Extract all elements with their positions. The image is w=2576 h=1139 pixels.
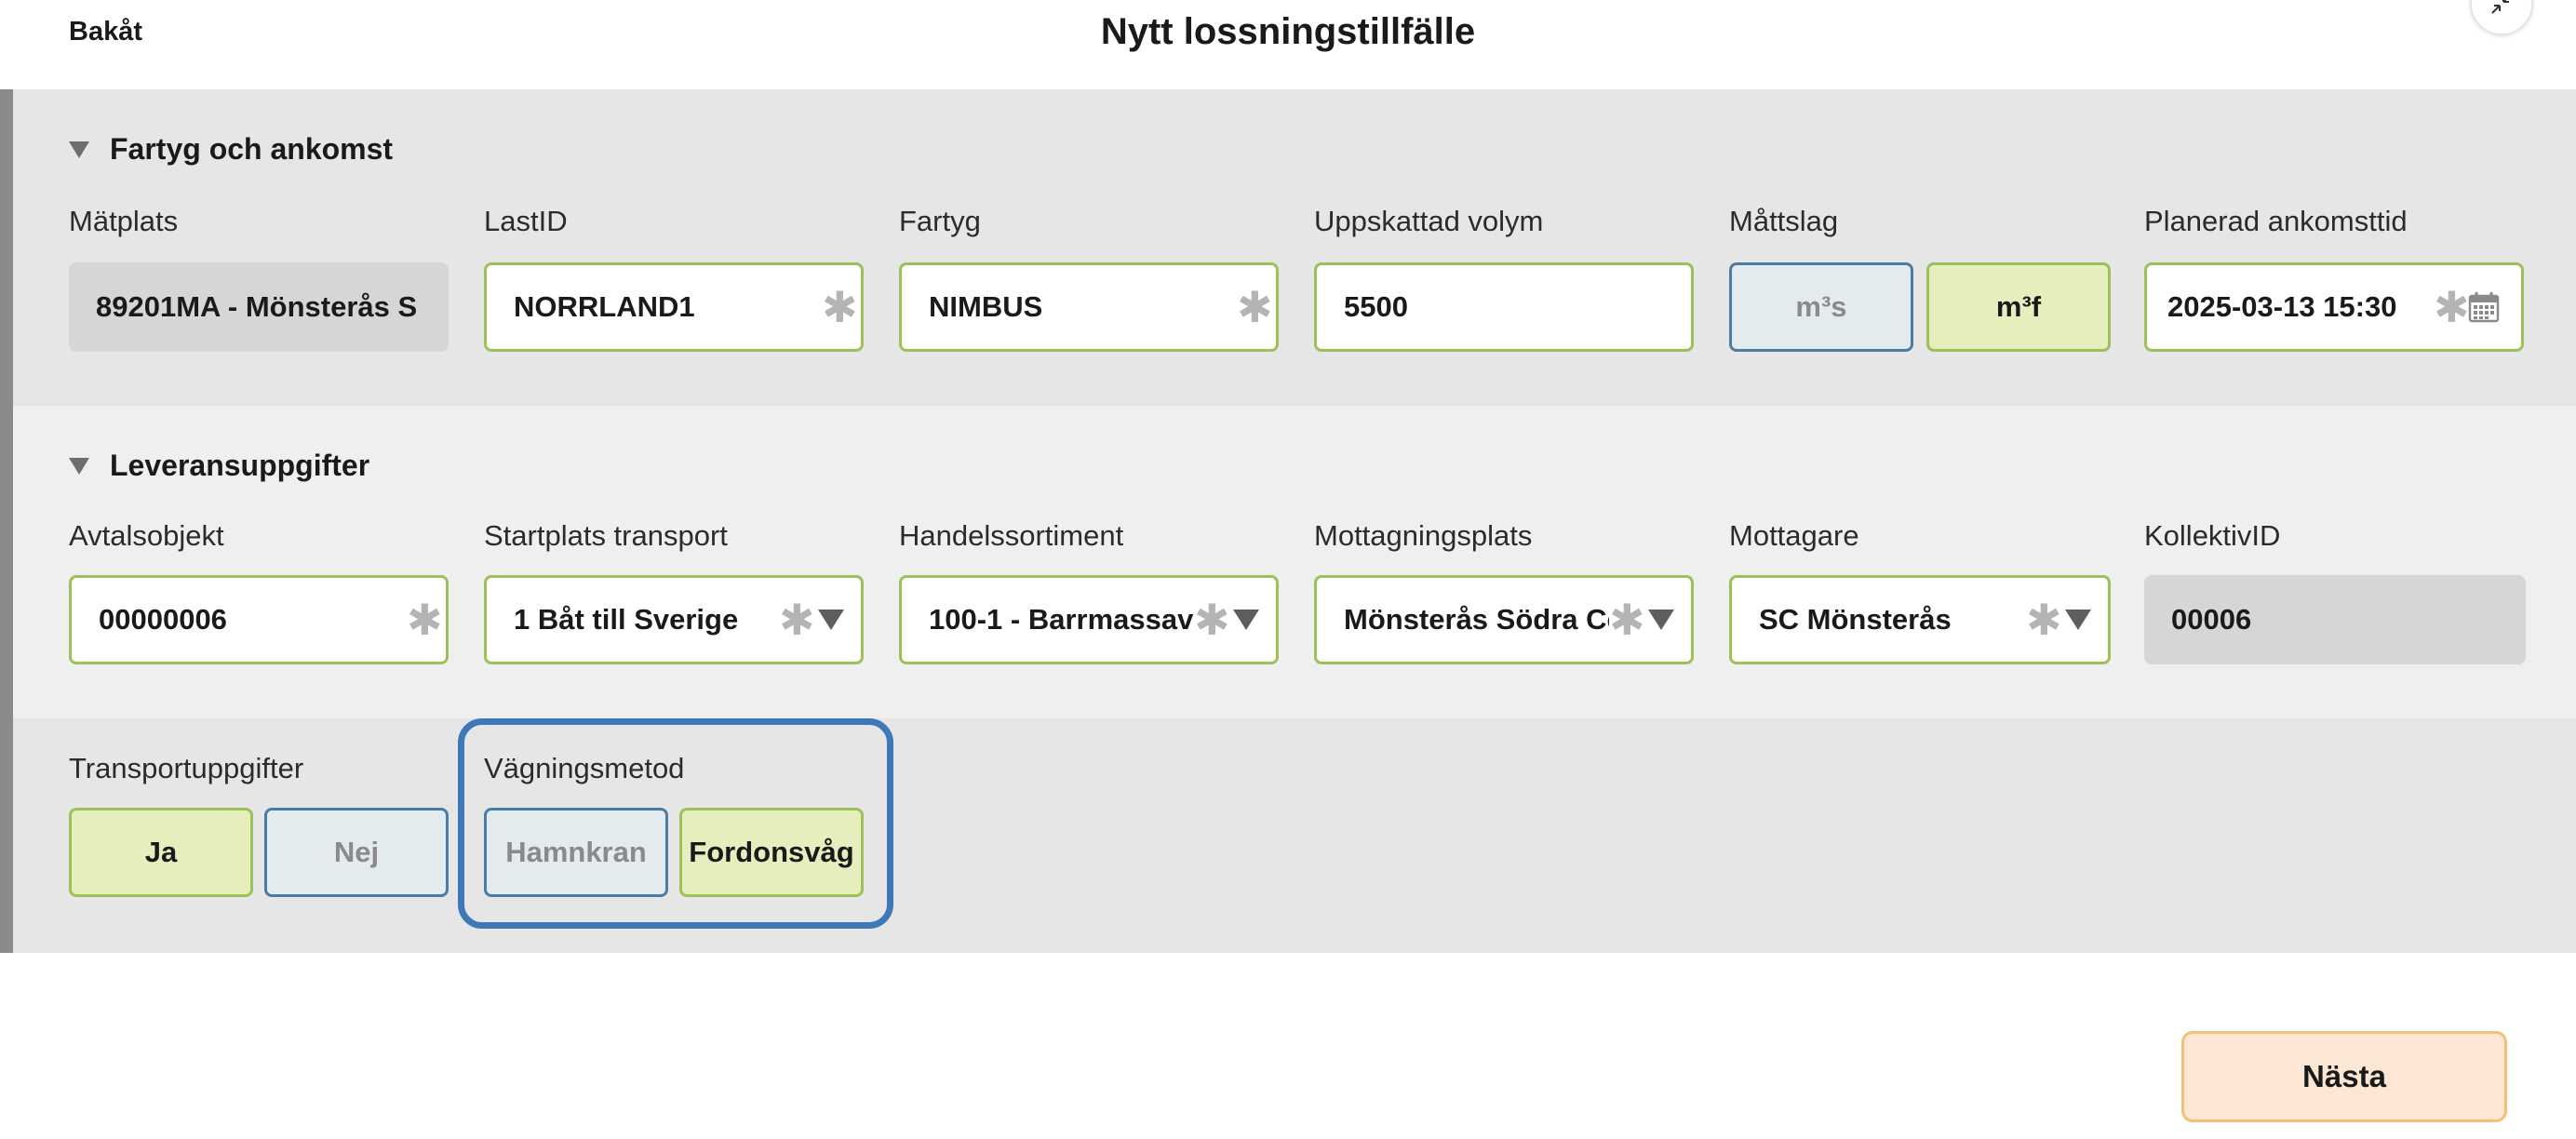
fartyg-value: NIMBUS [929,290,1043,323]
mottagare-select[interactable]: SC Mönsterås ✱ [1729,575,2111,664]
handelssortiment-value: 100-1 - Barrmassaved [929,603,1194,636]
required-asterisk-icon: ✱ [407,596,443,644]
mattslag-option-m3s[interactable]: m³s [1729,262,1913,352]
page-title: Nytt lossningstillfälle [1100,11,1476,52]
mottagare-value: SC Mönsterås [1759,603,1952,636]
avtalsobjekt-input[interactable]: 00000006 ✱ [69,575,449,664]
handelssortiment-label: Handelssortiment [899,519,1124,552]
transport-no-button[interactable]: Nej [264,808,449,897]
transport-yes-button[interactable]: Ja [69,808,253,897]
section-delivery-toggle[interactable]: Leveransuppgifter [69,449,369,483]
mottagningsplats-select[interactable]: Mönsterås Södra Cell ✱ [1314,575,1694,664]
chevron-down-icon [818,610,844,630]
triangle-down-icon [69,457,89,475]
lastid-input[interactable]: NORRLAND1 ✱ [484,262,864,352]
chevron-down-icon [2065,610,2091,630]
left-accent-bar [0,89,13,953]
matplats-label: Mätplats [69,205,179,237]
section-delivery-title: Leveransuppgifter [110,449,370,482]
triangle-down-icon [69,141,89,158]
chevron-down-icon [1648,610,1674,630]
required-asterisk-icon: ✱ [779,596,815,644]
required-asterisk-icon: ✱ [1609,596,1645,644]
volym-input[interactable]: 5500 [1314,262,1694,352]
fartyg-label: Fartyg [899,205,981,237]
volym-label: Uppskattad volym [1314,205,1544,237]
required-asterisk-icon: ✱ [1194,596,1230,644]
section-vessel-title: Fartyg och ankomst [110,132,394,166]
matplats-field: 89201MA - Mönsterås S [69,262,449,352]
mattslag-label: Måttslag [1729,205,1839,237]
required-asterisk-icon: ✱ [2434,283,2470,331]
startplats-label: Startplats transport [484,519,728,552]
required-asterisk-icon: ✱ [1237,283,1273,331]
section-vessel-toggle[interactable]: Fartyg och ankomst [69,132,393,167]
next-button[interactable]: Nästa [2181,1031,2507,1122]
kollektivid-value: 00006 [2171,603,2252,636]
lastid-value: NORRLAND1 [514,290,695,323]
arrows-collapse-icon [2491,0,2509,14]
kollektivid-field: 00006 [2144,575,2526,664]
required-asterisk-icon: ✱ [2026,596,2062,644]
ankomst-value: 2025-03-13 15:30 [2167,290,2397,323]
mattslag-option-m3f[interactable]: m³f [1926,262,2111,352]
transportuppgifter-label: Transportuppgifter [69,752,304,784]
highlight-outline [458,718,893,929]
section-delivery: Leveransuppgifter Avtalsobjekt 00000006 … [13,406,2576,718]
calendar-icon[interactable] [2467,290,2501,324]
kollektivid-label: KollektivID [2144,519,2281,552]
startplats-value: 1 Båt till Sverige [514,603,739,636]
chevron-down-icon [1233,610,1259,630]
mottagningsplats-value: Mönsterås Södra Cell [1344,603,1609,636]
avtalsobjekt-label: Avtalsobjekt [69,519,224,552]
top-bar: Bakåt Nytt lossningstillfälle [0,0,2576,89]
mottagningsplats-label: Mottagningsplats [1314,519,1533,552]
section-vessel: Fartyg och ankomst Mätplats 89201MA - Mö… [13,89,2576,406]
section-transport: Transportuppgifter Ja Nej Vägningsmetod … [13,718,2576,953]
matplats-value: 89201MA - Mönsterås S [96,290,418,323]
startplats-select[interactable]: 1 Båt till Sverige ✱ [484,575,864,664]
lastid-label: LastID [484,205,568,237]
handelssortiment-select[interactable]: 100-1 - Barrmassaved ✱ [899,575,1279,664]
required-asterisk-icon: ✱ [822,283,858,331]
ankomst-label: Planerad ankomsttid [2144,205,2408,237]
fartyg-input[interactable]: NIMBUS ✱ [899,262,1279,352]
mottagare-label: Mottagare [1729,519,1859,552]
ankomst-datetime-input[interactable]: 2025-03-13 15:30 ✱ [2144,262,2524,352]
avtalsobjekt-value: 00000006 [99,603,227,636]
volym-value: 5500 [1344,290,1408,323]
